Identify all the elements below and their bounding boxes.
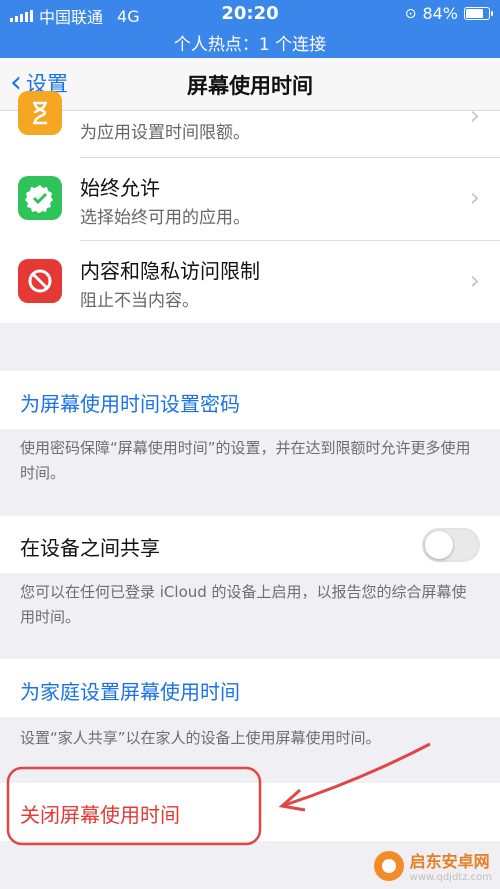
family-setup-link[interactable]: 为家庭设置屏幕使用时间 [20,676,240,705]
passcode-cell[interactable]: 为屏幕使用时间设置密码 [0,371,500,429]
limits-group: 为应用设置时间限额。 › 始终允许 选择始终可用的应用。 › 内容和隐私访问限制… [0,91,500,323]
family-footer: 设置“家人共享”以在家人的设备上使用屏幕使用时间。 [20,729,381,747]
chevron-right-icon: › [469,266,480,296]
share-cell: 在设备之间共享 [0,516,500,573]
row-subtitle: 选择始终可用的应用。 [80,208,250,228]
passcode-footer: 使用密码保障“屏幕使用时间”的设置，并在达到限额时允许更多使用时间。 [20,439,471,482]
toggle-knob [425,531,453,559]
family-cell[interactable]: 为家庭设置屏幕使用时间 [0,659,500,717]
row-content-privacy[interactable]: 内容和隐私访问限制 阻止不当内容。 › [0,241,500,323]
row-subtitle: 阻止不当内容。 [80,291,199,311]
hourglass-icon [18,91,62,135]
battery-icon [464,7,493,20]
share-toggle[interactable] [422,528,480,562]
checkmark-badge-icon [18,176,62,220]
set-passcode-link[interactable]: 为屏幕使用时间设置密码 [20,388,240,417]
watermark-url: www.qdjdtz.com [409,872,492,883]
chevron-right-icon: › [469,183,480,213]
watermark: 启东安卓网 www.qdjdtz.com [373,848,492,883]
battery-percent: 84% [422,4,458,23]
row-always-allowed[interactable]: 始终允许 选择始终可用的应用。 › [0,158,500,240]
battery-info: ⊙ 84% [404,4,493,23]
status-bar: 中国联通 4G 20:20 ⊙ 84% 个人热点：1 个连接 [0,0,500,58]
row-title: 始终允许 [80,176,160,200]
watermark-logo [373,850,404,881]
watermark-name: 启东安卓网 [409,852,490,871]
share-footer: 您可以在任何已登录 iCloud 的设备上启用，以报告您的综合屏幕使用时间。 [20,583,467,626]
chevron-right-icon: › [469,101,480,131]
battery-fill [466,9,483,18]
share-label: 在设备之间共享 [20,536,160,560]
row-title: 内容和隐私访问限制 [80,259,260,283]
row-app-limits[interactable]: 为应用设置时间限额。 › [0,71,500,157]
orientation-lock-icon: ⊙ [404,5,417,22]
turn-off-link[interactable]: 关闭屏幕使用时间 [20,799,180,828]
hotspot-banner[interactable]: 个人热点：1 个连接 [0,30,500,55]
restriction-icon [18,259,62,303]
turn-off-cell[interactable]: 关闭屏幕使用时间 [0,783,500,841]
row-subtitle: 为应用设置时间限额。 [80,123,250,143]
